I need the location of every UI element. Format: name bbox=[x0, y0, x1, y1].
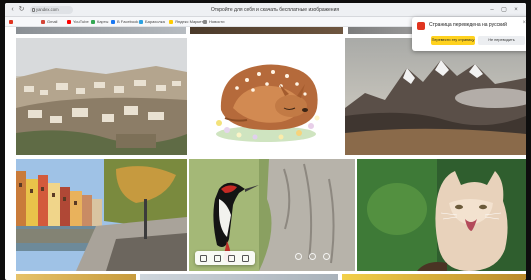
never-translate-button[interactable]: Не переводить bbox=[478, 36, 525, 45]
bookmark-item[interactable]: YouTube bbox=[67, 19, 89, 25]
image-action-toolbar bbox=[195, 251, 255, 265]
minimize-icon[interactable]: – bbox=[487, 5, 497, 15]
browser-toolbar: ‹ ↻ yandex.com Откройте для себя и скача… bbox=[5, 3, 526, 17]
address-bar[interactable]: yandex.com bbox=[30, 6, 73, 14]
news-icon bbox=[203, 20, 207, 24]
maximize-icon[interactable]: ▢ bbox=[499, 5, 509, 15]
translate-page-button[interactable]: Перевести эту страницу bbox=[431, 36, 475, 45]
town-hillside-image bbox=[16, 38, 187, 155]
gallery-image-canal-houses[interactable] bbox=[16, 159, 187, 271]
reload-icon[interactable]: ↻ bbox=[18, 6, 25, 13]
gallery-image-sleeping-fawn[interactable] bbox=[189, 38, 343, 155]
close-icon[interactable]: × bbox=[522, 20, 526, 26]
bookmark-icon bbox=[139, 20, 143, 24]
maps-icon bbox=[91, 20, 95, 24]
gallery-image-partial[interactable] bbox=[190, 27, 343, 34]
bookmark-icon[interactable] bbox=[200, 254, 207, 262]
lock-icon bbox=[31, 8, 35, 12]
close-icon[interactable]: × bbox=[511, 5, 521, 15]
translate-popup-text: Страница переведена на русский bbox=[429, 22, 507, 28]
bookmark-item[interactable]: Яндекс Маркет bbox=[169, 19, 203, 25]
browser-window: ‹ ↻ yandex.com Откройте для себя и скача… bbox=[5, 3, 526, 280]
gallery-image-cat[interactable] bbox=[357, 159, 526, 271]
share-icon[interactable] bbox=[228, 254, 235, 262]
back-icon[interactable]: ‹ bbox=[9, 6, 16, 13]
youtube-icon bbox=[67, 20, 71, 24]
yandex-icon bbox=[9, 20, 13, 24]
bookmark-item[interactable] bbox=[9, 19, 15, 25]
more-icon[interactable] bbox=[323, 253, 330, 260]
expand-icon[interactable] bbox=[242, 254, 249, 262]
gallery-image-partial[interactable] bbox=[16, 27, 186, 34]
mountains-image bbox=[345, 38, 526, 155]
canal-houses-image bbox=[16, 159, 187, 271]
collection-icon[interactable] bbox=[214, 254, 221, 262]
translate-icon bbox=[417, 22, 425, 30]
page-title: Откройте для себя и скачать бесплатные и… bbox=[210, 7, 340, 13]
gallery-image-partial[interactable] bbox=[16, 274, 136, 280]
bookmark-item[interactable]: Новости bbox=[203, 19, 224, 25]
bookmark-item[interactable]: Барахолка bbox=[139, 19, 165, 25]
download-icon[interactable] bbox=[295, 253, 302, 260]
translate-popup: Страница переведена на русский × Перевес… bbox=[412, 17, 526, 51]
gallery-image-town-hillside[interactable] bbox=[16, 38, 187, 155]
cat-image bbox=[357, 159, 526, 271]
gallery-image-mountains[interactable] bbox=[345, 38, 526, 155]
bookmark-item[interactable]: В Facebook bbox=[111, 19, 138, 25]
bookmark-item[interactable]: Карты bbox=[91, 19, 108, 25]
search-similar-icon[interactable] bbox=[309, 253, 316, 260]
facebook-icon bbox=[111, 20, 115, 24]
sleeping-fawn-image bbox=[216, 64, 320, 142]
bookmark-item[interactable]: Gmail bbox=[41, 19, 57, 25]
market-icon bbox=[169, 20, 173, 24]
gmail-icon bbox=[41, 20, 45, 24]
gallery-image-partial[interactable] bbox=[342, 274, 526, 280]
url-text: yandex.com bbox=[36, 7, 59, 12]
gallery-image-partial[interactable] bbox=[140, 274, 338, 280]
